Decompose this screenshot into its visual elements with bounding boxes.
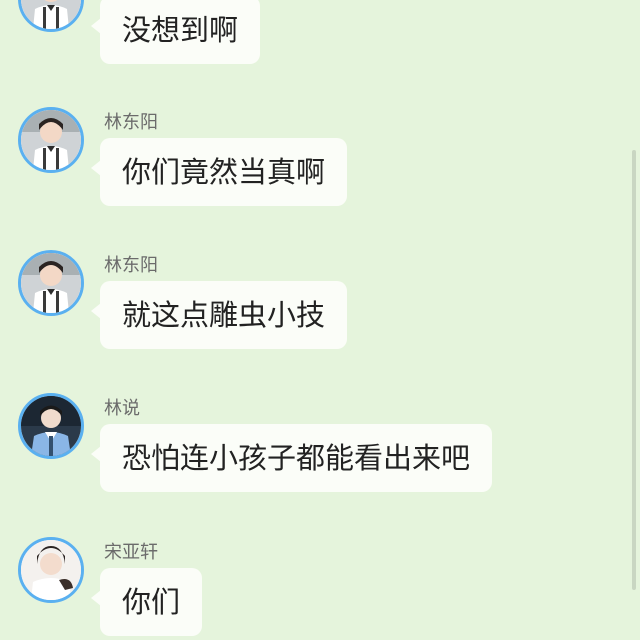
scrollbar[interactable]: [632, 150, 636, 590]
avatar-boy-white-shirt-icon[interactable]: [18, 537, 84, 603]
avatar-boy-uniform-icon[interactable]: [18, 393, 84, 459]
chat-message-list[interactable]: 没想到啊 林东阳 你们竟然当真啊 林东阳 就这点雕虫小技 林说 恐怕连小孩子都能…: [0, 0, 640, 640]
sender-name: 宋亚轩: [104, 542, 158, 563]
avatar-boy-suspenders-icon[interactable]: [18, 250, 84, 316]
sender-name: 林东阳: [104, 112, 158, 133]
message-bubble[interactable]: 就这点雕虫小技: [90, 281, 348, 349]
message-bubble[interactable]: 恐怕连小孩子都能看出来吧: [90, 424, 493, 492]
avatar-boy-suspenders-icon[interactable]: [18, 0, 84, 32]
sender-name: 林说: [104, 398, 140, 419]
message-bubble[interactable]: 没想到啊: [90, 0, 261, 64]
sender-name: 林东阳: [104, 255, 158, 276]
message-bubble[interactable]: 你们竟然当真啊: [90, 138, 348, 206]
message-bubble[interactable]: 你们: [90, 568, 203, 636]
avatar-boy-suspenders-icon[interactable]: [18, 107, 84, 173]
